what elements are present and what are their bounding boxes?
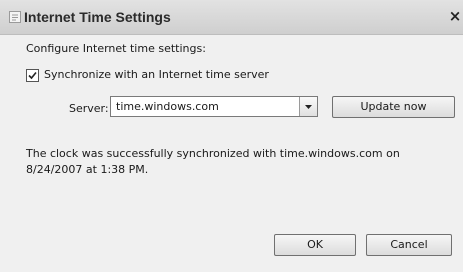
- status-line-2: 8/24/2007 at 1:38 PM.: [26, 163, 149, 176]
- chevron-down-icon: [305, 105, 312, 109]
- close-icon[interactable]: ×: [448, 7, 462, 25]
- sync-checkbox-label[interactable]: Synchronize with an Internet time server: [44, 68, 269, 81]
- configure-heading: Configure Internet time settings:: [26, 42, 206, 55]
- title-bar: Internet Time Settings ×: [0, 0, 463, 35]
- server-value[interactable]: time.windows.com: [116, 100, 219, 113]
- clock-icon: [9, 11, 21, 23]
- window-title: Internet Time Settings: [24, 9, 171, 25]
- ok-button[interactable]: OK: [274, 234, 356, 256]
- internet-time-settings-dialog: Internet Time Settings × Configure Inter…: [0, 0, 463, 272]
- server-label: Server:: [69, 102, 109, 115]
- sync-status-text: The clock was successfully synchronized …: [26, 146, 446, 178]
- sync-checkbox[interactable]: [26, 69, 39, 82]
- update-now-button[interactable]: Update now: [332, 96, 455, 118]
- dropdown-button[interactable]: [299, 97, 317, 116]
- cancel-button[interactable]: Cancel: [366, 234, 452, 256]
- status-line-1: The clock was successfully synchronized …: [26, 147, 400, 160]
- server-dropdown[interactable]: time.windows.com: [110, 96, 318, 117]
